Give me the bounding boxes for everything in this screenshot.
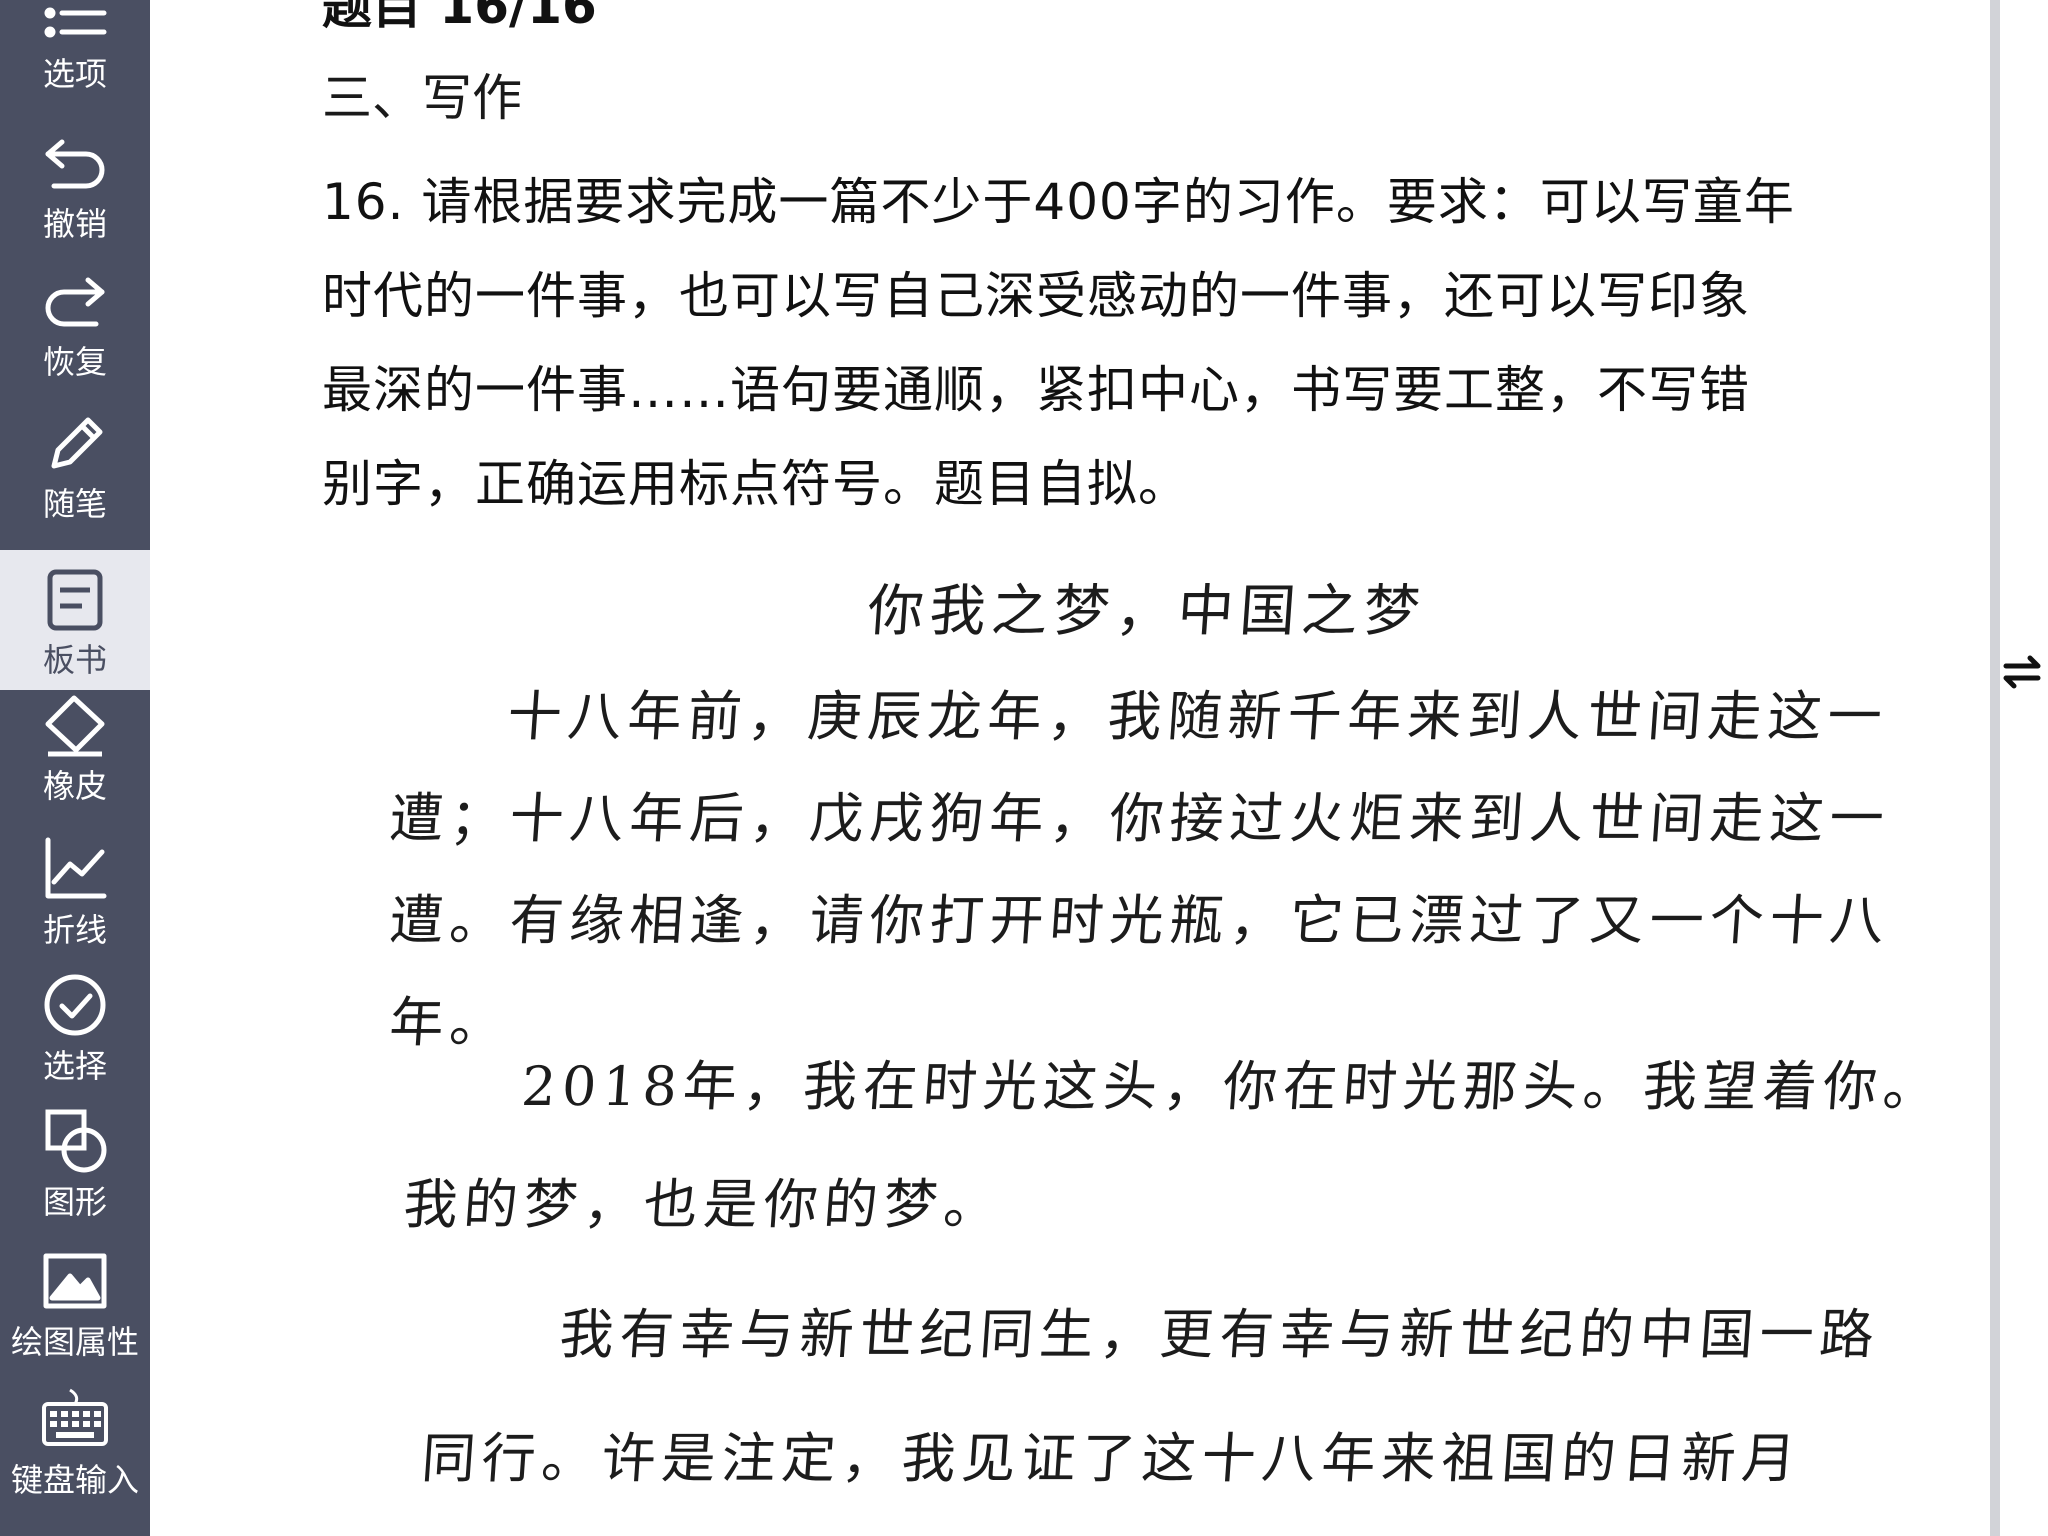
essay-line: 我的梦，也是你的梦。 [401,1173,1006,1236]
toolbar-item-undo[interactable]: 撤销 [0,120,150,254]
section-title: 三、写作 [322,69,522,127]
toolbar-label: 键盘输入 [10,1461,139,1499]
list-icon [36,0,114,52]
pencil-icon [36,404,114,482]
essay-line: 我有幸与新世纪同生，更有幸与新世纪的中国一路 [557,1303,1882,1366]
toolbar-label: 折线 [42,911,107,949]
toolbar-label: 绘图属性 [10,1323,139,1361]
toolbar-item-freehand[interactable]: 随笔 [0,400,150,534]
redo-icon [36,262,114,340]
question-text-line: 16. 请根据要求完成一篇不少于400字的习作。要求：可以写童年 [322,173,1795,231]
image-icon [36,1242,114,1320]
question-text-line: 最深的一件事……语句要通顺，紧扣中心，书写要工整，不写错 [322,361,1750,419]
toolbar-label: 选择 [42,1047,107,1085]
toolbar-item-redo[interactable]: 恢复 [0,258,150,392]
toolbar-label: 橡皮 [42,767,107,805]
keyboard-icon [36,1380,114,1458]
eraser-icon [36,686,114,764]
side-toolbar: 选项 撤销 恢复 随笔 板书 橡皮 折线 选择 图形 绘图属性 键盘输入 [0,0,150,1536]
toolbar-label: 图形 [42,1183,107,1221]
shape-icon [36,1102,114,1180]
question-text-line: 时代的一件事，也可以写自己深受感动的一件事，还可以写印象 [322,267,1750,325]
toolbar-item-select[interactable]: 选择 [0,962,150,1096]
question-counter: 题目 16/16 [322,0,597,35]
toolbar-label: 板书 [42,641,107,679]
toolbar-label: 恢复 [42,343,107,381]
toolbar-item-board[interactable]: 板书 [0,550,150,690]
essay-line: 2018年，我在时光这头，你在时光那头。我望着你。 [519,1055,1946,1118]
toolbar-item-options[interactable]: 选项 [0,0,150,104]
essay-title: 你我之梦，中国之梦 [865,579,1428,644]
question-content-area: 题目 16/16 三、写作 16. 请根据要求完成一篇不少于400字的习作。要求… [150,0,1995,1536]
swap-arrows-icon[interactable] [2000,650,2044,694]
toolbar-label: 选项 [42,55,107,93]
polyline-icon [36,830,114,908]
check-circle-icon [36,966,114,1044]
essay-line: 遭。有缘相逢，请你打开时光瓶，它已漂过了又一个十八 [387,889,1892,952]
undo-icon [36,124,114,202]
toolbar-item-draw-properties[interactable]: 绘图属性 [0,1238,150,1372]
toolbar-item-polyline[interactable]: 折线 [0,826,150,960]
board-icon [36,560,114,638]
toolbar-label: 撤销 [42,205,107,243]
essay-line: 年。 [387,991,512,1054]
toolbar-item-keyboard-input[interactable]: 键盘输入 [0,1376,150,1510]
edge-panel [2000,0,2048,1536]
essay-line: 十八年前，庚辰龙年，我随新千年来到人世间走这一 [505,685,1890,748]
toolbar-label: 随笔 [42,485,107,523]
essay-line: 同行。许是注定，我见证了这十八年来祖国的日新月 [419,1427,1804,1490]
question-text-line: 别字，正确运用标点符号。题目自拟。 [322,455,1189,513]
toolbar-item-eraser[interactable]: 橡皮 [0,682,150,816]
vertical-scrollbar[interactable] [1990,0,2000,1536]
essay-line: 遭；十八年后，戊戌狗年，你接过火炬来到人世间走这一 [387,787,1892,850]
toolbar-item-shape[interactable]: 图形 [0,1098,150,1232]
